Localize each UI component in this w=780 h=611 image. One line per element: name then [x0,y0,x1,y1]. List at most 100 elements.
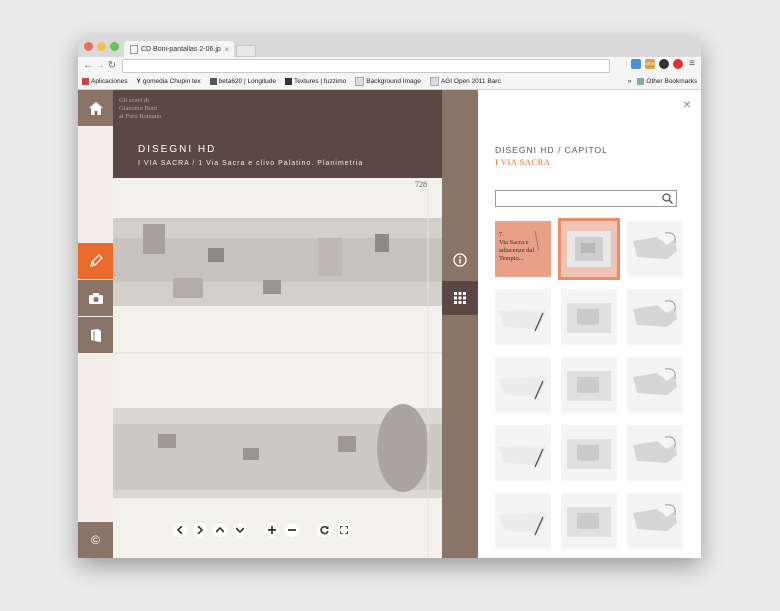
thumbnail-item[interactable] [561,357,617,413]
section-header: Gli scavi di Giacomo Boni al Foro Romano… [113,90,442,178]
thumbnail-image [499,445,547,468]
thumbnail-item[interactable] [627,493,683,549]
book-icon [90,328,101,342]
book-button[interactable] [78,317,113,353]
thumbnail-item[interactable] [627,357,683,413]
panel-subtitle: I VIA SACRA [495,157,551,167]
thumbnail-image [633,368,677,395]
credits-button[interactable]: © [78,522,113,558]
extensions: NEW! ≡ [631,59,697,69]
bookmark-icon [285,78,293,85]
bookmark-item[interactable]: Textures | fuzzimo [285,78,346,85]
search-icon[interactable] [662,193,673,204]
page-icon [130,44,138,54]
thumbnail-item[interactable] [627,221,683,277]
thumbnail-image [567,231,611,267]
thumbnail-item[interactable] [627,425,683,481]
close-window-button[interactable] [84,42,93,51]
panel-title: DISEGNI HD / CAPITOL [495,145,608,155]
minimize-window-button[interactable] [97,42,106,51]
tab-close-icon[interactable]: × [224,45,229,54]
info-button[interactable] [442,243,478,277]
bookmark-item[interactable]: Ygomedia Chupin tex [137,78,201,85]
apps-grid-icon [82,78,89,85]
zoom-window-button[interactable] [110,42,119,51]
left-sidebar: © [78,90,113,558]
bookmark-icon [209,78,217,85]
thumbnail-image [567,371,611,401]
search-input[interactable] [495,190,677,210]
down-button[interactable] [233,523,247,537]
copyright-icon: © [91,533,100,547]
thumbnail-item[interactable] [561,493,617,549]
thumbnail-image [499,513,547,536]
bookmarks-bar: Aplicaciones Ygomedia Chupin tex beta620… [78,74,701,90]
back-icon[interactable]: ← [82,60,94,71]
drawing-viewer[interactable]: 728 [113,178,442,558]
thumbnail-item[interactable] [561,425,617,481]
fullscreen-icon [340,526,348,534]
bookmarks-overflow[interactable]: » [628,78,632,85]
drawing-controls [173,523,351,537]
thumbnail-item[interactable] [495,357,551,413]
zoom-out-button[interactable] [285,523,299,537]
chevron-left-icon [177,526,183,534]
thumbnail-item[interactable] [558,218,620,280]
next-button[interactable] [193,523,207,537]
address-bar[interactable] [122,59,610,73]
up-button[interactable] [213,523,227,537]
thumbnail-image [567,507,611,537]
site-logo[interactable]: Gli scavi di Giacomo Boni al Foro Romano [119,97,161,121]
thumbnail-image [633,300,677,327]
thumbnail-image [633,504,677,531]
search-field[interactable] [498,195,662,210]
menu-icon[interactable]: ≡ [687,59,697,69]
other-bookmarks[interactable]: Other Bookmarks [637,78,697,85]
folder-icon [637,78,645,85]
extension-icon[interactable] [659,59,669,69]
new-tab-button[interactable] [236,45,256,57]
window-controls [84,42,119,51]
thumbnail-image [499,377,547,400]
thumbnail-item[interactable] [627,289,683,345]
thumbnail-item[interactable] [495,289,551,345]
section-title: DISEGNI HD [138,144,217,155]
pinterest-icon[interactable] [673,59,683,69]
tab-title: CD Boni-pantallas 2-06.jp [141,45,221,53]
bookmark-icon: Y [136,78,141,85]
bookmark-item[interactable]: Aplicaciones [82,78,128,85]
chevron-up-icon [216,527,224,533]
bookmark-item[interactable]: beta620 | Longitude [209,78,276,85]
close-icon[interactable]: × [683,96,691,112]
thumbnail-item[interactable] [561,289,617,345]
fullscreen-button[interactable] [337,523,351,537]
breadcrumb: I VIA SACRA / 1 Via Sacra e clivo Palati… [138,160,364,167]
thumbnail-item[interactable] [495,425,551,481]
reload-icon[interactable]: ↻ [106,60,118,71]
photo-button[interactable] [78,280,113,316]
reset-button[interactable] [317,523,331,537]
thumbnail-item[interactable]: 7. Via Sacra e adiacenze dal Tempio... [495,221,551,277]
page-icon [429,77,439,86]
thumbnail-item[interactable] [495,493,551,549]
browser-tab[interactable]: CD Boni-pantallas 2-06.jp × [124,41,234,57]
extension-icon[interactable] [631,59,641,69]
zoom-in-button[interactable] [265,523,279,537]
thumbnail-image [567,439,611,469]
bookmark-item[interactable]: Background Image [355,77,421,86]
thumbnail-image [633,436,677,463]
chevron-down-icon [236,527,244,533]
home-button[interactable] [78,90,113,126]
thumbnails-button[interactable] [442,281,478,315]
info-icon [453,253,467,267]
browser-window: CD Boni-pantallas 2-06.jp × ← → ↻ NEW! ≡… [78,37,701,558]
prev-button[interactable] [173,523,187,537]
thumbnail-image [499,309,547,332]
draw-button[interactable] [78,243,113,279]
thumbnail-sketch [534,230,540,252]
new-badge-icon[interactable]: NEW! [645,59,655,69]
bookmark-item[interactable]: AGI Open 2011 Barc [429,77,501,86]
forward-icon[interactable]: → [94,60,106,71]
minus-icon [288,529,296,531]
drawing-image [113,178,442,558]
